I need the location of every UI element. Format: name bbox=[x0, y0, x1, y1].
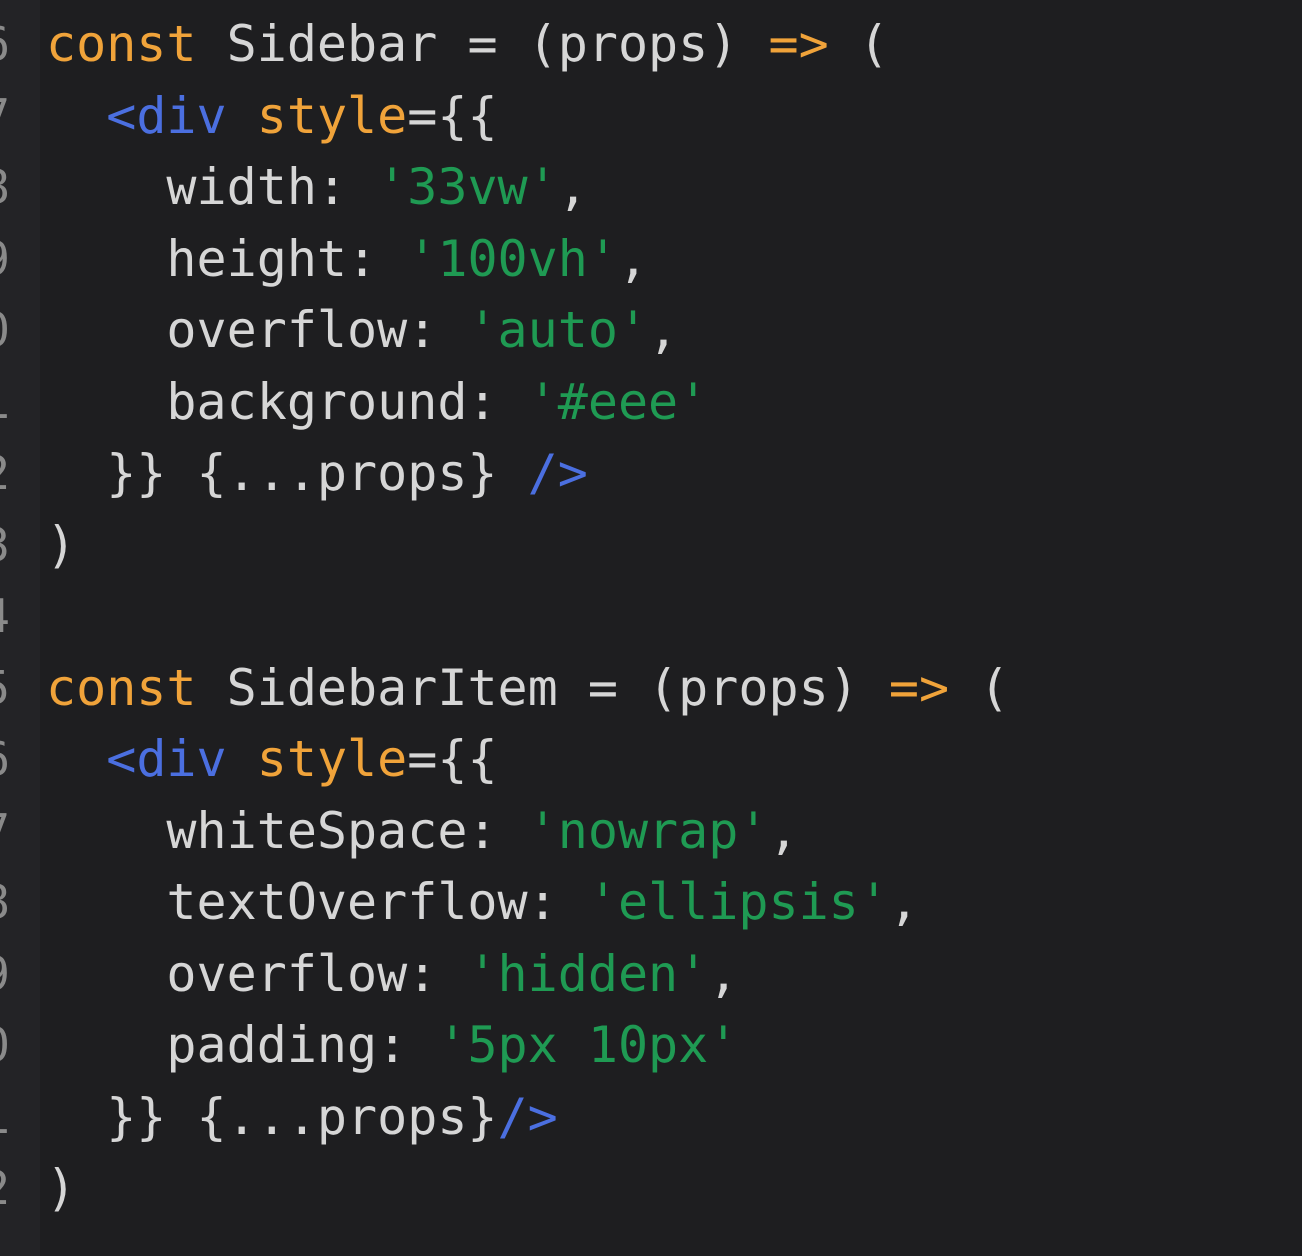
code-token-id: width: bbox=[46, 158, 378, 216]
code-token-pun: , bbox=[557, 158, 588, 216]
code-token-str: 'hidden' bbox=[467, 944, 709, 1003]
code-token-pun: ={{ bbox=[407, 86, 498, 145]
code-token-pun: , bbox=[648, 301, 679, 359]
code-token-tag: /> bbox=[527, 444, 588, 502]
code-token-pun: , bbox=[768, 801, 799, 860]
code-token-id: }} {...props} bbox=[46, 1087, 498, 1146]
code-line[interactable]: <div style={{ bbox=[46, 81, 498, 152]
code-token-id bbox=[227, 730, 257, 788]
code-token-str: 'auto' bbox=[467, 301, 649, 359]
code-token-str: '100vh' bbox=[407, 229, 618, 288]
code-token-id: ( bbox=[949, 658, 1010, 717]
code-line[interactable]: <div style={{ bbox=[46, 724, 498, 795]
code-token-id: overflow: bbox=[46, 944, 468, 1003]
code-line[interactable]: overflow: 'auto', bbox=[46, 295, 678, 366]
code-line[interactable]: textOverflow: 'ellipsis', bbox=[46, 867, 919, 938]
code-token-id: ) bbox=[46, 515, 77, 574]
code-token-pun: , bbox=[617, 229, 649, 288]
code-token-id: padding: bbox=[46, 1016, 438, 1074]
code-token-id: ( bbox=[828, 15, 889, 73]
code-line[interactable]: width: '33vw', bbox=[46, 152, 588, 223]
code-area[interactable]: const Sidebar = (props) => ( <div style=… bbox=[0, 0, 1302, 1256]
code-line[interactable]: padding: '5px 10px' bbox=[46, 1010, 738, 1081]
code-token-str: 'nowrap' bbox=[527, 801, 769, 860]
code-token-id: textOverflow: bbox=[46, 873, 588, 931]
code-token-id: background: bbox=[46, 372, 528, 431]
code-line[interactable]: background: '#eee' bbox=[46, 367, 708, 438]
code-token-id: Sidebar = (props) bbox=[196, 15, 769, 73]
code-token-str: '5px 10px' bbox=[437, 1016, 739, 1074]
code-editor[interactable]: 67890123456789012 const Sidebar = (props… bbox=[0, 0, 1302, 1256]
code-token-id: height: bbox=[46, 229, 408, 288]
code-token-pun: , bbox=[888, 873, 919, 931]
code-token-tag: <div bbox=[106, 86, 227, 145]
code-token-id: ) bbox=[46, 1159, 77, 1217]
code-token-kw: const bbox=[46, 15, 197, 73]
code-token-id: }} {...props} bbox=[46, 444, 528, 502]
code-token-kw: => bbox=[768, 15, 829, 73]
code-token-str: 'ellipsis' bbox=[587, 873, 889, 931]
code-token-attr: style bbox=[256, 86, 408, 145]
code-token-id: SidebarItem = (props) bbox=[196, 658, 889, 717]
code-token-id bbox=[46, 730, 106, 788]
code-line[interactable]: }} {...props}/> bbox=[46, 1082, 558, 1153]
code-line[interactable]: const SidebarItem = (props) => ( bbox=[46, 653, 1009, 724]
code-line[interactable]: height: '100vh', bbox=[46, 224, 648, 295]
code-token-id bbox=[227, 87, 257, 145]
code-token-str: '#eee' bbox=[527, 372, 709, 431]
code-token-tag: /> bbox=[497, 1087, 558, 1146]
code-line[interactable]: whiteSpace: 'nowrap', bbox=[46, 796, 799, 867]
code-token-str: '33vw' bbox=[377, 158, 558, 216]
code-token-pun: , bbox=[708, 944, 739, 1003]
code-line[interactable]: ) bbox=[46, 1153, 76, 1224]
code-line[interactable]: const Sidebar = (props) => ( bbox=[46, 9, 889, 80]
code-token-attr: style bbox=[256, 730, 408, 788]
code-line[interactable]: overflow: 'hidden', bbox=[46, 939, 738, 1010]
code-token-tag: <div bbox=[106, 730, 227, 788]
code-token-id: whiteSpace: bbox=[46, 801, 528, 860]
code-token-kw: => bbox=[888, 658, 950, 717]
code-line[interactable]: }} {...props} /> bbox=[46, 438, 588, 509]
code-token-id: overflow: bbox=[46, 301, 468, 359]
code-token-id bbox=[46, 87, 106, 145]
code-token-pun: ={{ bbox=[407, 730, 498, 788]
code-line[interactable]: ) bbox=[46, 510, 76, 581]
code-token-kw: const bbox=[46, 658, 197, 717]
